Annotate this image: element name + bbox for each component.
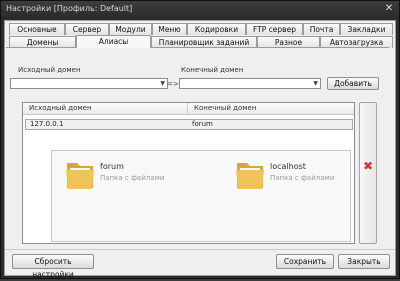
target-domain-combo[interactable]: ▼ — [179, 78, 321, 89]
tab-bookmarks[interactable]: Закладки — [340, 23, 393, 35]
folder-name: forum — [100, 162, 124, 171]
window-title: Настройки [Профиль: Default] — [6, 4, 133, 13]
window-close-button[interactable]: ✕ — [382, 3, 396, 15]
reset-settings-button[interactable]: Сбросить настройки — [12, 254, 94, 279]
close-button[interactable]: Закрыть — [338, 254, 390, 269]
footer-divider — [5, 249, 395, 250]
source-domain-combo[interactable]: ▼ — [10, 78, 168, 89]
tab-server[interactable]: Сервер — [65, 23, 109, 35]
title-bar: Настройки [Профиль: Default] ✕ — [1, 1, 399, 18]
tab-mail[interactable]: Почта — [303, 23, 340, 35]
folder-icon — [66, 163, 94, 189]
settings-window: Настройки [Профиль: Default] ✕ Основные … — [0, 0, 400, 279]
table-row[interactable]: 127.0.0.1 forum — [25, 119, 353, 130]
folder-type: Папка с файлами — [100, 174, 165, 182]
delete-x-icon: ✖ — [363, 159, 374, 173]
arrow-text: => — [167, 80, 179, 88]
folder-type: Папка с файлами — [270, 174, 335, 182]
tab-main[interactable]: Основные — [9, 23, 65, 35]
folder-icon — [236, 163, 264, 189]
chevron-down-icon: ▼ — [313, 80, 318, 87]
folder-name: localhost — [270, 162, 306, 171]
folder-overlay: forum Папка с файлами localhost Папка с … — [51, 150, 351, 242]
tab-ftp-server[interactable]: FTP сервер — [246, 23, 303, 35]
add-button[interactable]: Добавить — [327, 77, 379, 90]
tab-aliases[interactable]: Алиасы — [76, 35, 151, 48]
target-domain-label: Конечный домен — [181, 66, 244, 74]
tab-modules[interactable]: Модули — [109, 23, 152, 35]
row-source-cell: 127.0.0.1 — [30, 120, 64, 128]
source-domain-label: Исходный домен — [18, 66, 81, 74]
tab-menu[interactable]: Меню — [152, 23, 187, 35]
delete-alias-button[interactable]: ✖ — [359, 102, 377, 244]
column-header-target[interactable]: Конечный домен — [188, 103, 354, 115]
save-button[interactable]: Сохранить — [276, 254, 334, 269]
tab-encodings[interactable]: Кодировки — [187, 23, 246, 35]
tab-divider — [6, 47, 389, 48]
chevron-down-icon: ▼ — [160, 80, 165, 87]
column-header-source[interactable]: Исходный домен — [23, 103, 188, 115]
row-target-cell: forum — [192, 120, 213, 128]
settings-panel: Основные Сервер Модули Меню Кодировки FT… — [4, 20, 396, 279]
